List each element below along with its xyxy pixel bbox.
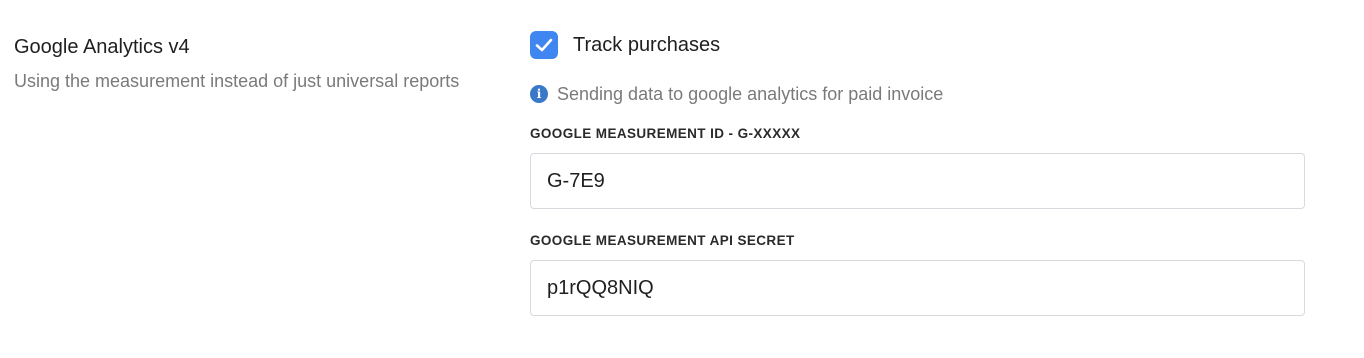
measurement-id-input[interactable]: G-7E9 (530, 153, 1305, 209)
track-purchases-checkbox[interactable] (530, 31, 558, 59)
info-icon: i (530, 85, 548, 103)
info-hint: i Sending data to google analytics for p… (530, 82, 1306, 106)
settings-page: Google Analytics v4 Using the measuremen… (0, 0, 1364, 358)
section-title: Google Analytics v4 (14, 36, 190, 58)
api-secret-value: p1rQQ8NIQ (547, 276, 654, 299)
measurement-id-label: GOOGLE MEASUREMENT ID - G-XXXXX (530, 126, 801, 141)
settings-form: Track purchases i Sending data to google… (530, 30, 1306, 316)
track-purchases-checkbox-row[interactable]: Track purchases (530, 30, 1306, 60)
track-purchases-label[interactable]: Track purchases (573, 34, 720, 57)
api-secret-input[interactable]: p1rQQ8NIQ (530, 260, 1305, 316)
measurement-id-value: G-7E9 (547, 169, 605, 192)
section-header: Google Analytics v4 Using the measuremen… (14, 34, 494, 97)
hint-text: Sending data to google analytics for pai… (557, 83, 944, 104)
checkmark-icon (535, 38, 553, 52)
section-description: Using the measurement instead of just un… (14, 71, 460, 91)
api-secret-label: GOOGLE MEASUREMENT API SECRET (530, 233, 795, 248)
